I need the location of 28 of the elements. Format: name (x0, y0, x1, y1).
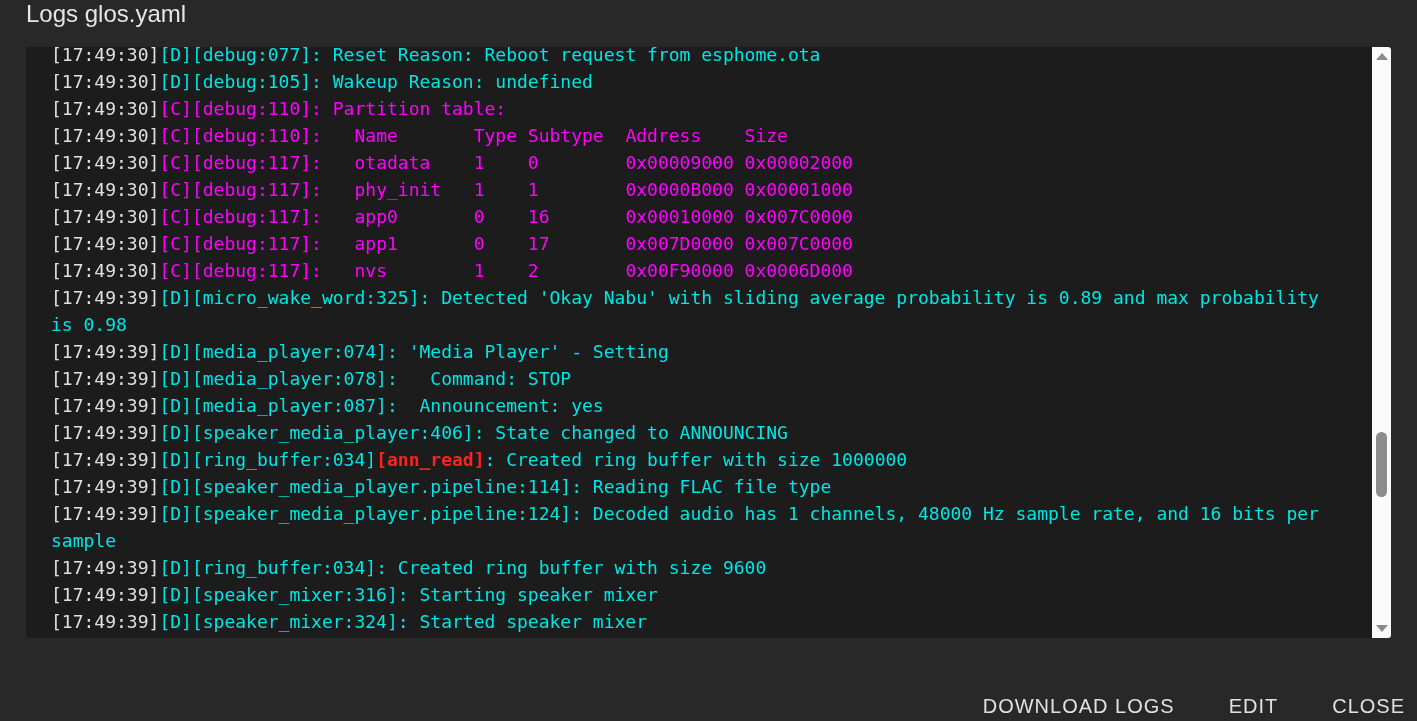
log-line: [17:49:30][C][debug:117]: nvs 1 2 0x00F90000 0x0006D000 (51, 259, 854, 283)
scroll-up-icon[interactable] (1375, 53, 1388, 60)
log-line: [17:49:39][D][ring_buffer:034][ann_read]: Created ring buffer with size 1000000 (51, 448, 909, 472)
dialog-button[interactable]: CLOSE (1330, 694, 1407, 718)
log-line: [17:49:30][C][debug:117]: phy_init 1 1 0x0000B000 0x00001000 (51, 178, 854, 202)
dialog-button[interactable]: DOWNLOAD LOGS (980, 694, 1177, 718)
log-line: [17:49:39][D][speaker_mixer:324]: Started speaker mixer (51, 610, 649, 634)
log-line: [17:49:39][D][media_player:087]: Announcement: yes (51, 394, 605, 418)
scroll-down-icon[interactable] (1375, 625, 1388, 632)
log-line: [17:49:39][D][speaker_mixer:316]: Starting speaker mixer (51, 583, 659, 607)
log-line: [17:49:39][D][speaker_media_player:406]: State changed to ANNOUNCING (51, 421, 789, 445)
log-line: [17:49:30][C][debug:117]: app1 0 17 0x007D0000 0x007C0000 (51, 232, 854, 256)
log-line: [17:49:39][D][media_player:074]: 'Media Player' - Setting (51, 340, 670, 364)
log-line: [17:49:39][D][micro_wake_word:325]: Detected 'Okay Nabu' with sliding average probability is 0.89 and max probability is 0.98 (51, 286, 1320, 337)
dialog-button[interactable]: EDIT (1226, 694, 1281, 718)
log-line: [17:49:39][D][media_player:078]: Command: STOP (51, 367, 573, 391)
dialog-title: Logs glos.yaml (26, 0, 187, 28)
log-line: [17:49:30][C][debug:110]: Name Type Subtype Address Size (51, 124, 789, 148)
log-line: [17:49:30][C][debug:117]: app0 0 16 0x00010000 0x007C0000 (51, 205, 854, 229)
scrollbar[interactable] (1372, 47, 1391, 638)
log-line: [17:49:30][C][debug:110]: Partition table: (51, 97, 508, 121)
log-line: [17:49:39][D][ring_buffer:034]: Created ring buffer with size 9600 (51, 556, 768, 580)
log-line: [17:49:39][D][speaker_media_player.pipeline:114]: Reading FLAC file type (51, 475, 833, 499)
log-line: [17:49:30][D][debug:077]: Reset Reason: Reboot request from esphome.ota (51, 47, 822, 67)
scrollbar-thumb[interactable] (1376, 432, 1387, 497)
log-line: [17:49:39][D][speaker_media_player.pipeline:124]: Decoded audio has 1 channels, 48000 Hz sample rate, and 16 bits per sample (51, 502, 1320, 553)
log-line: [17:49:30][C][debug:117]: otadata 1 0 0x00009000 0x00002000 (51, 151, 854, 175)
log-line: [17:49:30][D][debug:105]: Wakeup Reason: undefined (51, 70, 594, 94)
